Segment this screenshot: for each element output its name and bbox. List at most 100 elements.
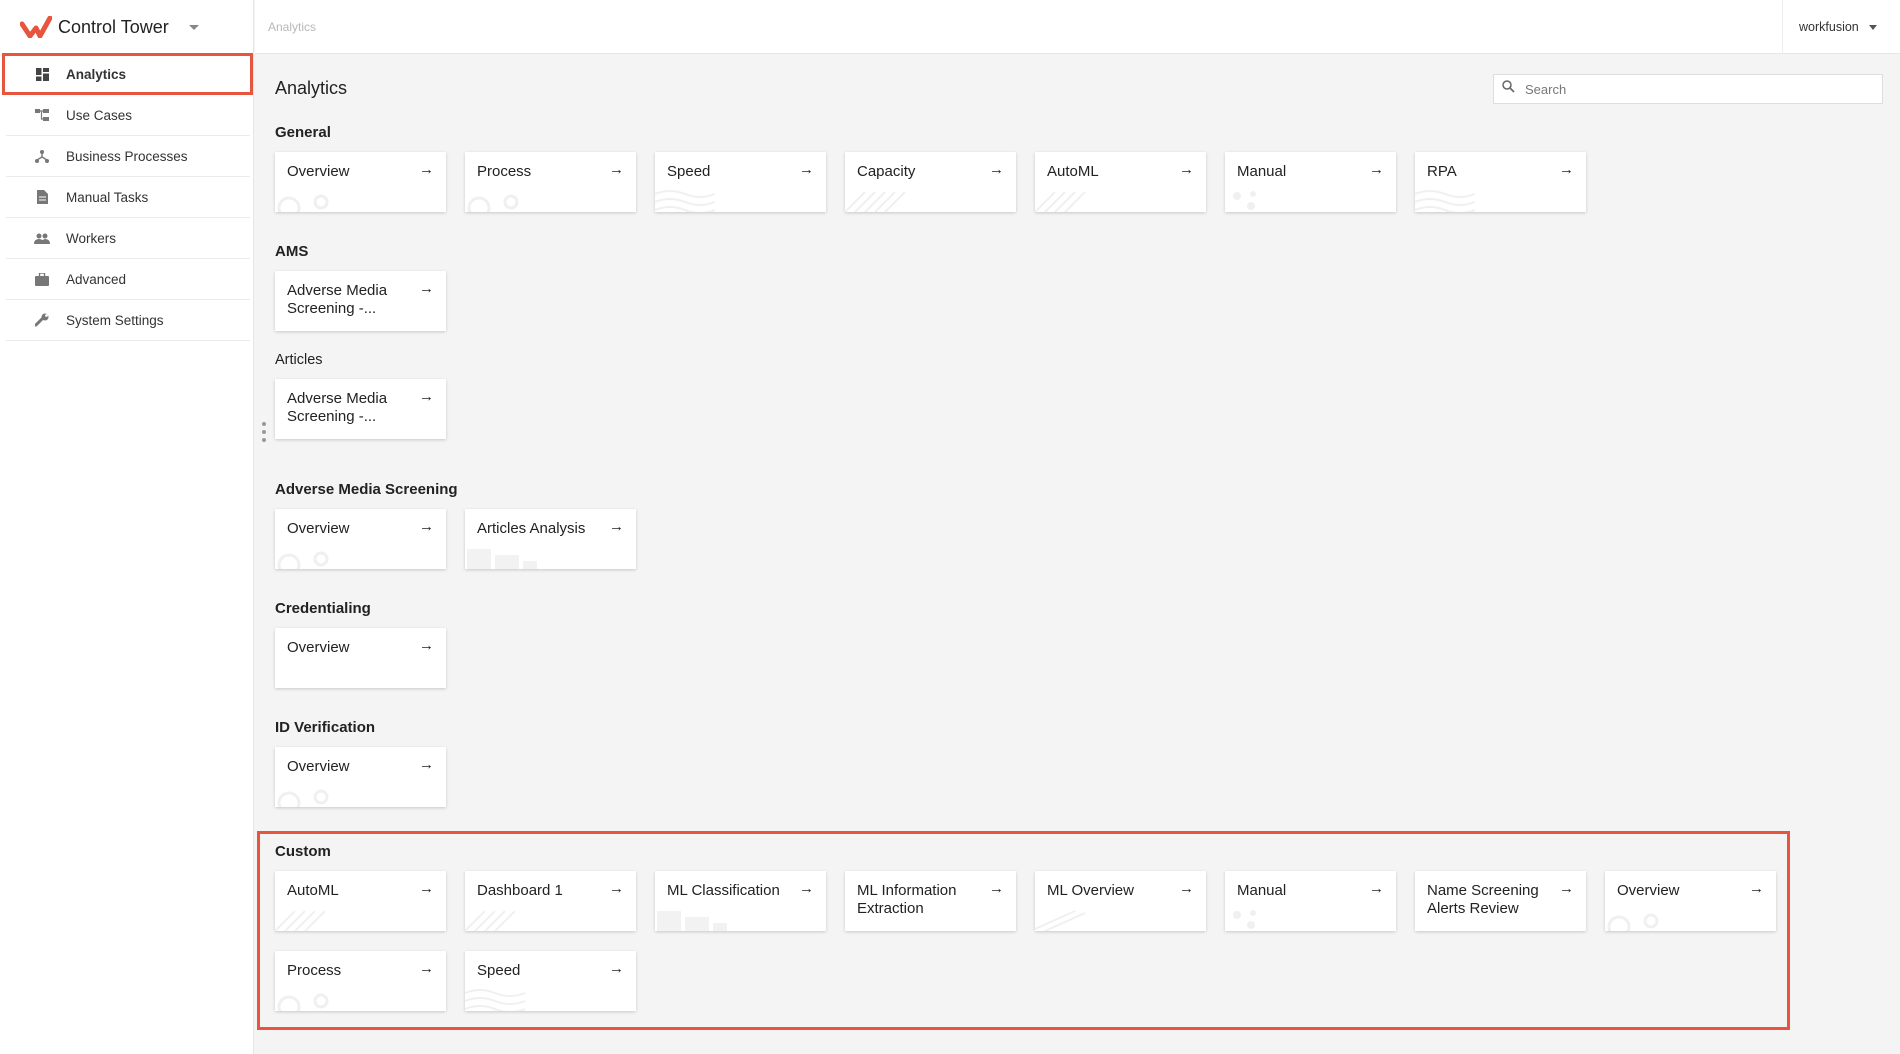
app-brand[interactable]: Control Tower (0, 0, 253, 54)
sidebar-item-manual-tasks[interactable]: Manual Tasks (6, 177, 250, 218)
sidebar-item-label: Business Processes (66, 148, 188, 164)
sidebar-item-analytics[interactable]: Analytics (6, 54, 250, 95)
search-box[interactable] (1493, 74, 1883, 104)
sidebar-item-label: Use Cases (66, 107, 133, 123)
card-label: Overview (1617, 882, 1680, 899)
sidebar-item-system-settings[interactable]: System Settings (6, 300, 250, 341)
card-label: Adverse Media Screening -... (287, 390, 388, 425)
section-title-id-verification: ID Verification (275, 719, 376, 736)
dashboard-card[interactable]: Overview → (275, 747, 446, 807)
dashboard-card[interactable]: Adverse Media Screening -... → (275, 379, 446, 439)
dashboard-card[interactable]: Manual → (1225, 871, 1396, 931)
section-title-credentialing: Credentialing (275, 600, 371, 617)
breadcrumb[interactable]: Analytics (268, 20, 316, 34)
card-label: Overview (287, 639, 350, 656)
arrow-right-icon: → (1749, 880, 1764, 897)
card-decoration-icon (1233, 910, 1256, 929)
card-label: Manual (1237, 882, 1287, 899)
dashboard-card[interactable]: Overview → (275, 152, 446, 212)
sidebar-item-use-cases[interactable]: Use Cases (6, 95, 250, 136)
card-label: Capacity (857, 163, 916, 180)
dashboard-card[interactable]: ML Classification → (655, 871, 826, 931)
card-label: Overview (287, 758, 350, 775)
sidebar-item-label: System Settings (66, 312, 164, 328)
search-input[interactable] (1525, 81, 1865, 97)
briefcase-icon (34, 271, 50, 287)
card-label: Overview (287, 520, 350, 537)
dashboard-card[interactable]: Capacity → (845, 152, 1016, 212)
card-decoration-icon (277, 789, 329, 807)
arrow-right-icon: → (419, 637, 434, 654)
section-title-custom: Custom (275, 843, 331, 860)
dashboard-card[interactable]: Process → (465, 152, 636, 212)
card-decoration-icon (845, 191, 906, 212)
card-decoration-icon (1035, 191, 1086, 212)
section-title-articles: Articles (275, 352, 323, 368)
card-decoration-icon (1607, 913, 1659, 931)
arrow-right-icon: → (1559, 880, 1574, 897)
search-icon (1502, 80, 1515, 98)
sidebar-item-label: Workers (66, 230, 117, 246)
arrow-right-icon: → (419, 388, 434, 405)
card-label: Speed (667, 163, 711, 180)
dashboard-card[interactable]: Dashboard 1 → (465, 871, 636, 931)
dashboard-card[interactable]: Name Screening Alerts Review → (1415, 871, 1586, 931)
card-label: Manual (1237, 163, 1287, 180)
user-name: workfusion (1799, 20, 1859, 34)
card-decoration-icon (277, 993, 329, 1011)
top-bar: Analytics workfusion (255, 0, 1900, 54)
arrow-right-icon: → (609, 518, 624, 535)
chevron-down-icon[interactable] (188, 24, 199, 30)
arrow-right-icon: → (799, 880, 814, 897)
card-label: Articles Analysis (477, 520, 586, 537)
card-row-ams: Adverse Media Screening -... → (275, 271, 465, 331)
process-icon (34, 148, 50, 164)
sidebar-item-workers[interactable]: Workers (6, 218, 250, 259)
card-decoration-icon (1233, 191, 1256, 210)
dashboard-card[interactable]: RPA → (1415, 152, 1586, 212)
dashboard-card[interactable]: Articles Analysis → (465, 509, 636, 569)
arrow-right-icon: → (1369, 161, 1384, 178)
arrow-right-icon: → (799, 161, 814, 178)
dashboard-card[interactable]: Adverse Media Screening -... → (275, 271, 446, 331)
dashboard-card[interactable]: Process → (275, 951, 446, 1011)
dashboard-card[interactable]: AutoML → (275, 871, 446, 931)
card-decoration-icon (655, 190, 716, 212)
dashboard-card[interactable]: Overview → (275, 509, 446, 569)
dashboard-card[interactable]: Speed → (655, 152, 826, 212)
card-decoration-icon (465, 989, 526, 1011)
arrow-right-icon: → (419, 880, 434, 897)
user-menu[interactable]: workfusion (1782, 0, 1900, 54)
card-label: ML Information Extraction (857, 882, 957, 917)
sidebar-resize-handle[interactable] (262, 422, 266, 442)
card-label: Process (477, 163, 532, 180)
dashboard-card[interactable]: Manual → (1225, 152, 1396, 212)
dashboard-card[interactable]: ML Overview → (1035, 871, 1206, 931)
card-row-adverse-media-screening: Overview → Articles Analysis → (275, 509, 655, 569)
card-row-credentialing: Overview → (275, 628, 465, 688)
dashboard-card[interactable]: AutoML → (1035, 152, 1206, 212)
dashboard-card[interactable]: ML Information Extraction → (845, 871, 1016, 931)
sidebar-item-advanced[interactable]: Advanced (6, 259, 250, 300)
card-label: ML Classification (667, 882, 780, 899)
card-row-id-verification: Overview → (275, 747, 465, 807)
arrow-right-icon: → (609, 960, 624, 977)
card-decoration-icon (277, 551, 329, 569)
dashboard-card[interactable]: Overview → (275, 628, 446, 688)
app-title: Control Tower (58, 16, 169, 37)
dashboard-card[interactable]: Overview → (1605, 871, 1776, 931)
dashboard-card[interactable]: Speed → (465, 951, 636, 1011)
sidebar-item-business-processes[interactable]: Business Processes (6, 136, 250, 177)
card-row-custom-1: AutoML → Dashboard 1 → ML Classification → … (275, 871, 1795, 931)
card-label: ML Overview (1047, 882, 1134, 899)
card-decoration-icon (657, 911, 727, 931)
card-label: AutoML (1047, 163, 1099, 180)
dashboard-icon (34, 66, 50, 82)
card-label: AutoML (287, 882, 339, 899)
arrow-right-icon: → (609, 880, 624, 897)
arrow-right-icon: → (989, 161, 1004, 178)
card-label: Dashboard 1 (477, 882, 563, 899)
card-label: Process (287, 962, 342, 979)
card-decoration-icon (275, 910, 326, 931)
card-label: Name Screening Alerts Review (1427, 882, 1539, 917)
